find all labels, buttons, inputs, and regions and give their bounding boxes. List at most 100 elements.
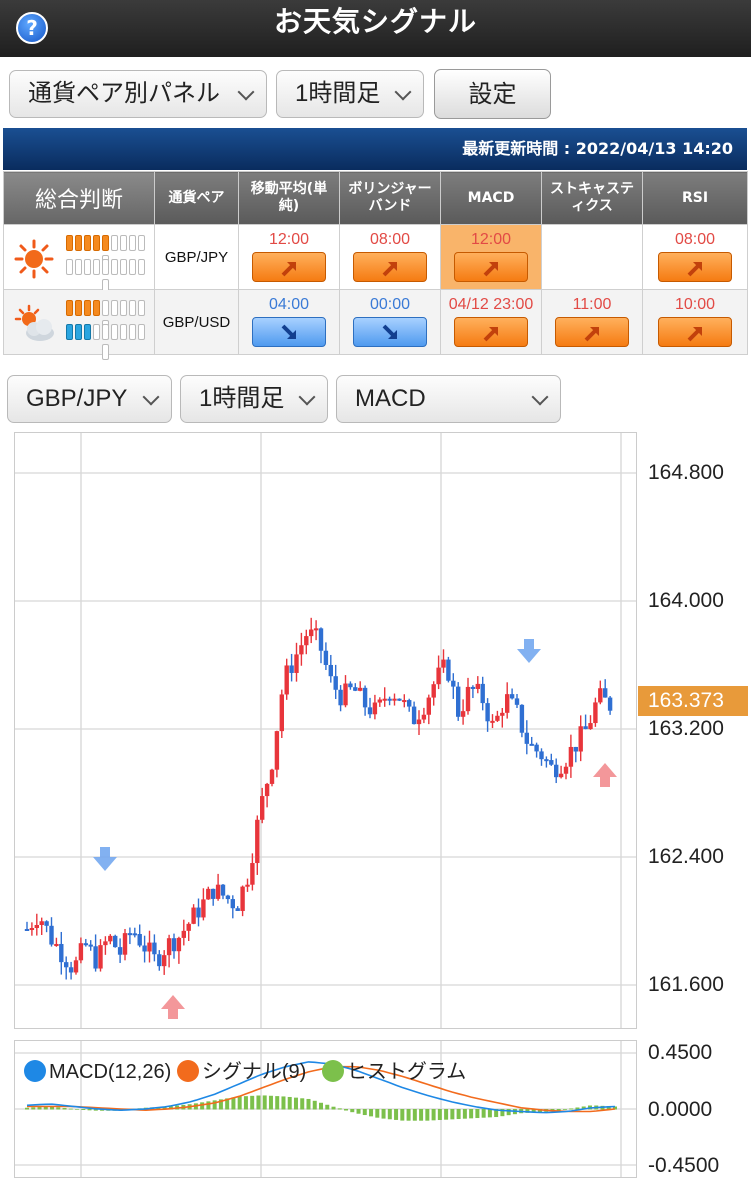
signal-cell[interactable]: 12:00	[440, 224, 542, 290]
signal-button[interactable]	[252, 252, 326, 282]
candle-body	[245, 884, 250, 887]
candle-body	[108, 935, 113, 942]
histogram-bar	[250, 1095, 255, 1110]
histogram-bar	[31, 1107, 36, 1110]
signal-cell[interactable]: 08:00	[642, 224, 748, 290]
signal-time: 10:00	[674, 296, 716, 313]
candle-body	[348, 683, 353, 688]
signal-button[interactable]	[658, 317, 732, 347]
legend-swatch	[321, 1060, 344, 1082]
candle-body	[558, 773, 564, 778]
candle-body	[313, 628, 319, 631]
signal-button[interactable]	[454, 252, 528, 282]
panel-select[interactable]: 通貨ペア別パネル	[9, 70, 267, 118]
level-segment	[110, 235, 118, 251]
panel-select-value: 通貨ペア別パネル	[28, 80, 220, 107]
signal-button[interactable]	[353, 317, 427, 347]
candle-body	[294, 654, 299, 673]
histogram-bar	[237, 1096, 242, 1110]
price-chart[interactable]	[14, 432, 637, 1029]
candle-body	[353, 687, 358, 691]
signal-button[interactable]	[658, 252, 732, 282]
candle-body	[362, 687, 368, 708]
histogram-bar	[75, 1109, 80, 1110]
signal-cell[interactable]: 04/12 23:00	[440, 289, 542, 355]
signal-arrow-up-icon	[593, 763, 617, 787]
candle-body	[137, 934, 142, 946]
candle-body	[225, 895, 231, 900]
level-segment	[74, 300, 82, 316]
candle-body	[441, 659, 446, 668]
candle-body	[554, 764, 559, 778]
level-segment	[92, 235, 100, 251]
level-segment	[110, 324, 118, 340]
arrow-up-right-icon	[483, 262, 498, 277]
signal-button[interactable]	[555, 317, 629, 347]
candle-body	[549, 760, 554, 765]
candle-body	[304, 636, 309, 646]
histogram-bar	[375, 1109, 380, 1118]
candlestick-chart[interactable]	[15, 433, 636, 1028]
candle-body	[196, 907, 201, 918]
candle-body	[382, 698, 387, 701]
candle-body	[411, 706, 417, 725]
candle-body	[240, 886, 245, 911]
arrow-up-right-icon	[687, 262, 702, 277]
level-segment	[101, 259, 109, 275]
candle-body	[509, 694, 515, 699]
chevron-down-icon	[394, 83, 412, 101]
candle-body	[568, 746, 574, 767]
histogram-bar	[243, 1096, 248, 1110]
histogram-bar	[319, 1102, 323, 1110]
chevron-down-icon	[298, 388, 316, 406]
table-row[interactable]: GBP/USD 04:00 00:00 04/12 23:00 11:00 10…	[3, 289, 748, 360]
signal-cell[interactable]: 08:00	[339, 224, 441, 290]
candle-body	[563, 766, 569, 774]
histogram-bar	[68, 1108, 73, 1110]
candle-body	[122, 933, 128, 955]
signal-button[interactable]	[454, 317, 528, 347]
candle-body	[460, 711, 466, 717]
chevron-down-icon	[142, 388, 160, 406]
candle-body	[171, 938, 177, 952]
signal-cell[interactable]: 00:00	[339, 289, 441, 355]
candle-body	[539, 751, 544, 760]
signal-cell[interactable]: 10:00	[642, 289, 748, 355]
histogram-bar	[81, 1109, 86, 1110]
candle-body	[260, 796, 265, 820]
candle-body	[505, 694, 510, 713]
candle-body	[220, 884, 226, 896]
histogram-bar	[569, 1108, 574, 1110]
signal-button[interactable]	[252, 317, 326, 347]
table-row[interactable]: GBP/JPY 12:00 08:00 12:00 08:00	[3, 224, 748, 295]
histogram-bar	[481, 1109, 486, 1118]
level-segment	[74, 324, 82, 340]
signal-button[interactable]	[353, 252, 427, 282]
chart-pair-select[interactable]: GBP/JPY	[7, 375, 172, 423]
indicator-select[interactable]: MACD	[336, 375, 561, 423]
timeframe-select[interactable]: 1時間足	[276, 70, 424, 118]
y-tick-label: 0.4500	[648, 1041, 713, 1064]
signal-time: 04/12 23:00	[448, 296, 534, 313]
candle-body	[44, 921, 49, 926]
signal-time: 11:00	[572, 296, 612, 313]
settings-button[interactable]: 設定	[434, 69, 551, 119]
candle-body	[235, 908, 240, 911]
candle-body	[191, 907, 196, 924]
candle-body	[117, 947, 123, 955]
candle-body	[446, 659, 451, 681]
level-segment	[137, 300, 145, 316]
candle-body	[573, 746, 578, 752]
candle-body	[211, 888, 216, 899]
signal-cell[interactable]: 04:00	[238, 289, 340, 355]
candle-body	[279, 694, 284, 732]
histogram-bar	[362, 1109, 367, 1116]
chart-timeframe-select[interactable]: 1時間足	[180, 375, 328, 423]
candle-body	[54, 943, 59, 946]
current-price-tag: 163.373	[638, 686, 748, 716]
chevron-down-icon	[237, 83, 255, 101]
signal-cell[interactable]: 12:00	[238, 224, 340, 290]
y-tick-label: 0.0000	[648, 1098, 713, 1121]
candle-body	[68, 967, 74, 973]
signal-cell[interactable]: 11:00	[541, 289, 643, 355]
